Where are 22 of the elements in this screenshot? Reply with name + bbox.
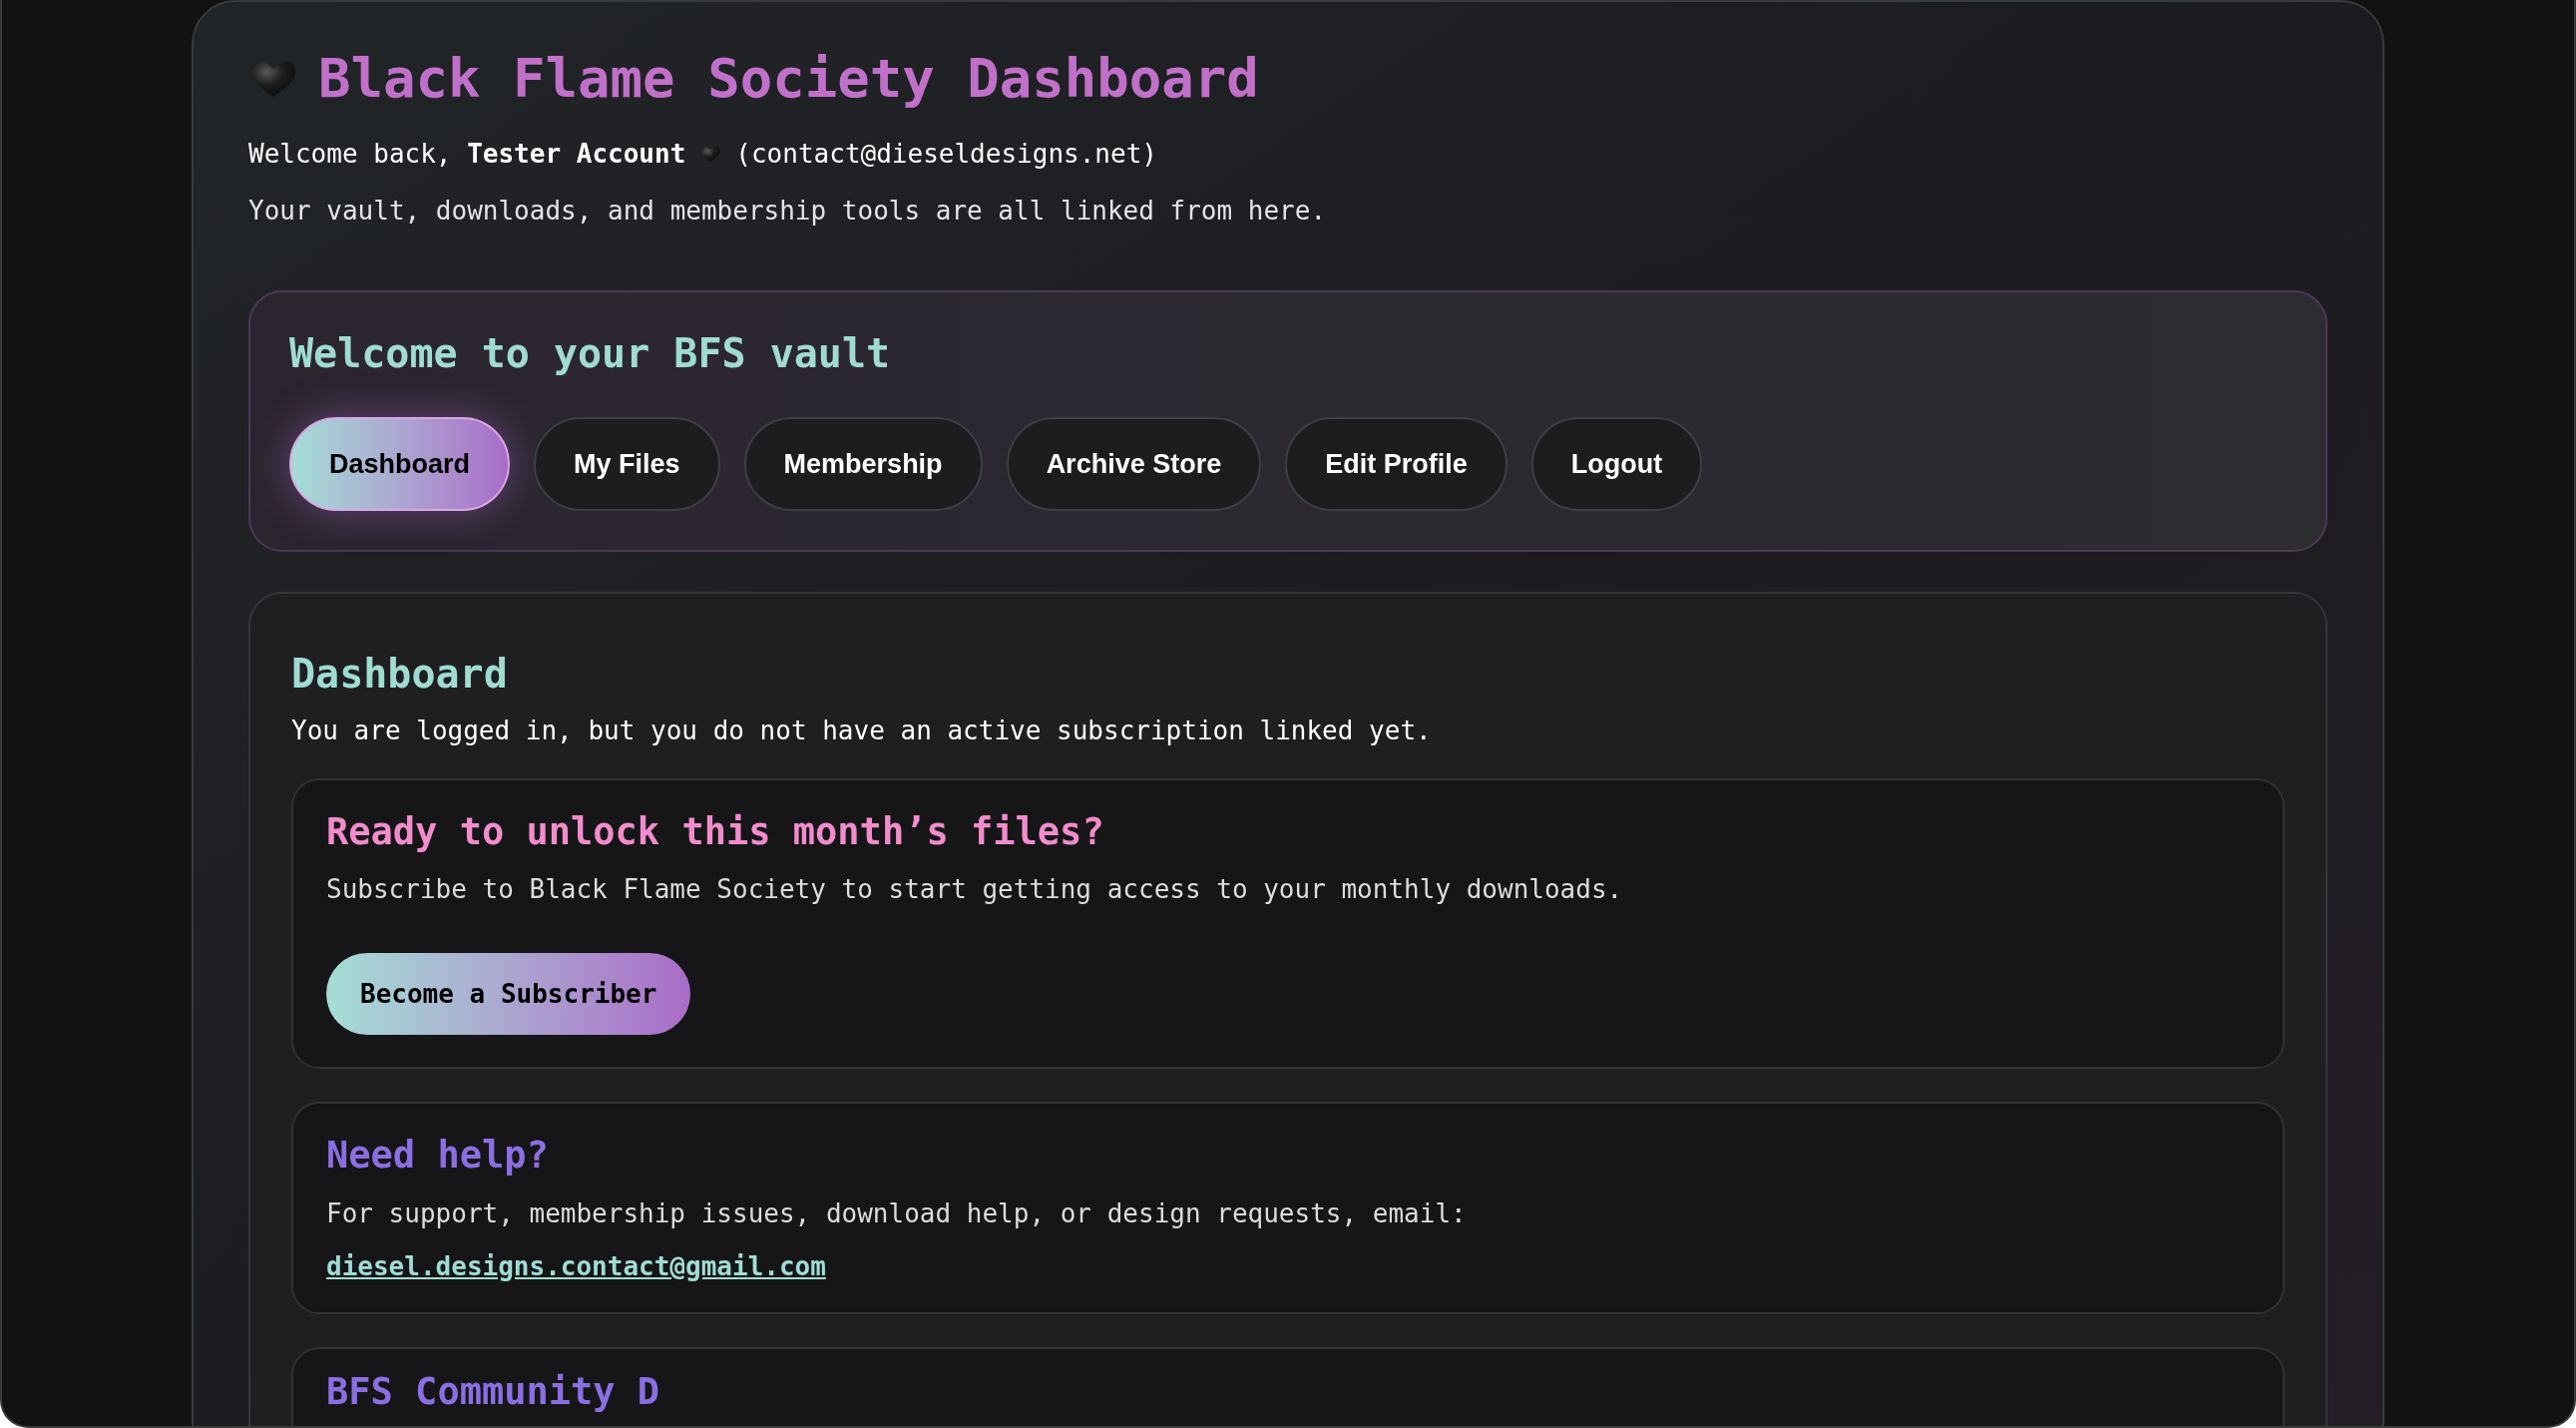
nav-tab[interactable]: Dashboard	[289, 417, 511, 511]
nav-tab[interactable]: Membership	[743, 417, 983, 511]
email-link[interactable]: diesel.designs.contact@gmail.com	[326, 1250, 826, 1281]
heart-icon	[699, 146, 722, 163]
section-heading: Dashboard	[291, 650, 509, 698]
account-email: (contact@dieseldesigns.net)	[735, 138, 1157, 171]
heart-icon	[248, 59, 298, 99]
page-title: Black Flame Society Dashboard	[318, 47, 1259, 111]
nav-tab[interactable]: Edit Profile	[1285, 417, 1507, 511]
card-title: Ready to unlock this month’s files?	[326, 810, 1105, 855]
subscribe-button[interactable]: Become a Subscriber	[326, 953, 691, 1036]
vault-title: Welcome to your BFS vault	[289, 329, 892, 377]
nav-tab[interactable]: Logout	[1530, 417, 1703, 511]
nav-tab[interactable]: My Files	[534, 417, 720, 511]
status-text: You are logged in, but you do not have an active subscription linked yet.	[291, 714, 1433, 747]
card-title: BFS Community D	[326, 1370, 661, 1414]
card-text: Subscribe to Black Flame Society to start getting access to your monthly downloads.	[326, 873, 1624, 907]
card-text: For support, membership issues, download help, or design requests, email:	[326, 1196, 1468, 1230]
nav-tab[interactable]: Archive Store	[1006, 417, 1262, 511]
card-title: Need help?	[326, 1134, 550, 1179]
welcome-text: Welcome back, Tester Account	[248, 138, 686, 171]
subtitle-text: Your vault, downloads, and membership tools are all linked from here.	[248, 195, 1328, 228]
